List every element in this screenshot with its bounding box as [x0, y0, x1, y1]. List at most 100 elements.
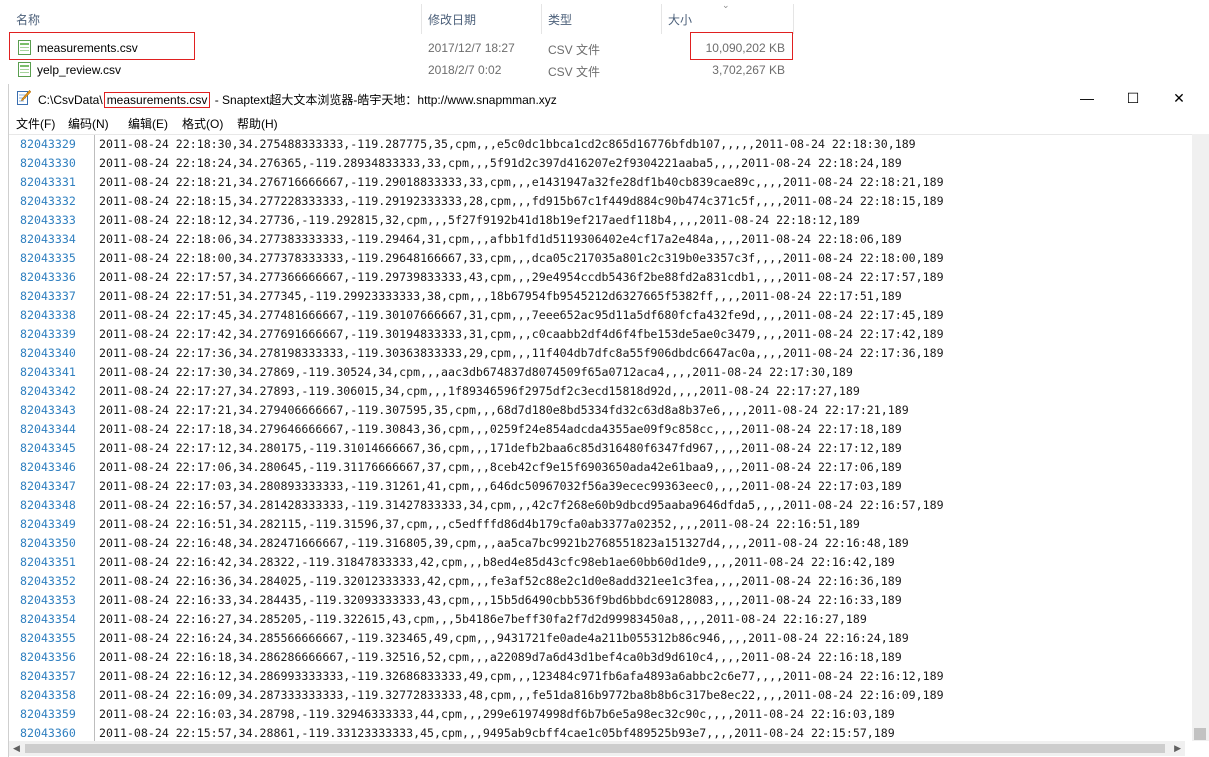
line-text: 2011-08-24 22:18:12,34.27736,-119.292815… [99, 213, 860, 227]
line-number: 82043331 [20, 175, 76, 189]
line-text: 2011-08-24 22:18:00,34.277378333333,-119… [99, 251, 944, 265]
line-text: 2011-08-24 22:18:06,34.277383333333,-119… [99, 232, 902, 246]
file-modified: 2018/2/7 0:02 [428, 63, 502, 77]
line-number: 82043354 [20, 612, 76, 626]
line-text: 2011-08-24 22:17:27,34.27893,-119.306015… [99, 384, 860, 398]
line-number: 82043332 [20, 194, 76, 208]
vertical-scroll-thumb[interactable] [1194, 728, 1206, 740]
line-number: 82043357 [20, 669, 76, 683]
line-number: 82043345 [20, 441, 76, 455]
menu-file[interactable]: 文件(F) [16, 115, 55, 132]
minimize-button[interactable]: — [1064, 84, 1110, 112]
scroll-left-arrow-icon[interactable]: ◀ [13, 743, 20, 754]
menu-encoding[interactable]: 编码(N) [68, 115, 109, 132]
line-text: 2011-08-24 22:17:57,34.277366666667,-119… [99, 270, 944, 284]
file-type: CSV 文件 [548, 43, 601, 57]
line-number: 82043352 [20, 574, 76, 588]
file-type: CSV 文件 [548, 65, 601, 79]
menu-edit[interactable]: 编辑(E) [128, 115, 168, 132]
title-app-name: - Snaptext超大文本浏览器-皓宇天地：http://www.snapmm… [211, 93, 557, 107]
line-text: 2011-08-24 22:17:30,34.27869,-119.30524,… [99, 365, 853, 379]
line-number: 82043340 [20, 346, 76, 360]
column-separator[interactable] [421, 4, 422, 34]
line-number: 82043334 [20, 232, 76, 246]
line-text: 2011-08-24 22:18:21,34.276716666667,-119… [99, 175, 944, 189]
file-explorer: 名称 修改日期 类型 ⌄ 大小 measurements.csv 2017/12… [0, 0, 1209, 82]
line-number: 82043350 [20, 536, 76, 550]
line-text: 2011-08-24 22:17:36,34.278198333333,-119… [99, 346, 944, 360]
file-name: yelp_review.csv [37, 63, 122, 77]
scroll-right-arrow-icon[interactable]: ▶ [1174, 743, 1181, 754]
line-text: 2011-08-24 22:17:12,34.280175,-119.31014… [99, 441, 902, 455]
sort-caret-icon: ⌄ [722, 0, 730, 10]
column-size[interactable]: 大小 [668, 11, 692, 28]
line-text: 2011-08-24 22:18:24,34.276365,-119.28934… [99, 156, 902, 170]
line-number: 82043341 [20, 365, 76, 379]
line-number: 82043348 [20, 498, 76, 512]
line-number: 82043339 [20, 327, 76, 341]
text-editor-area[interactable]: 82043329 2011-08-24 22:18:30,34.275488333… [9, 134, 1202, 742]
line-number: 82043358 [20, 688, 76, 702]
title-filename-highlight: measurements.csv [103, 92, 211, 108]
line-number: 82043330 [20, 156, 76, 170]
file-size: 10,090,202 KB [705, 41, 785, 55]
line-text: 2011-08-24 22:16:48,34.282471666667,-119… [99, 536, 909, 550]
column-name[interactable]: 名称 [16, 11, 40, 28]
line-number: 82043343 [20, 403, 76, 417]
line-text: 2011-08-24 22:18:15,34.277228333333,-119… [99, 194, 944, 208]
explorer-column-header: 名称 修改日期 类型 ⌄ 大小 [0, 0, 1209, 36]
column-separator[interactable] [661, 4, 662, 34]
file-row-yelp-review[interactable]: yelp_review.csv 2018/2/7 0:02 CSV 文件 3,7… [0, 60, 1209, 80]
line-text: 2011-08-24 22:16:18,34.286286666667,-119… [99, 650, 902, 664]
vertical-scrollbar[interactable] [1192, 134, 1209, 741]
line-number: 82043356 [20, 650, 76, 664]
title-bar[interactable]: C:\CsvData\ measurements.csv - Snaptext超大… [9, 84, 1202, 112]
line-text: 2011-08-24 22:17:21,34.279406666667,-119… [99, 403, 909, 417]
menu-bar: 文件(F) 编码(N) 编辑(E) 格式(O) 帮助(H) [9, 113, 1202, 133]
close-button[interactable]: ✕ [1156, 84, 1202, 112]
menu-format[interactable]: 格式(O) [182, 115, 223, 132]
horizontal-scrollbar[interactable]: ◀ ▶ [9, 741, 1185, 756]
line-number: 82043349 [20, 517, 76, 531]
menu-help[interactable]: 帮助(H) [237, 115, 278, 132]
line-number: 82043344 [20, 422, 76, 436]
line-text: 2011-08-24 22:17:03,34.280893333333,-119… [99, 479, 902, 493]
line-number: 82043338 [20, 308, 76, 322]
column-type[interactable]: 类型 [548, 11, 572, 28]
line-number: 82043329 [20, 137, 76, 151]
line-text: 2011-08-24 22:17:06,34.280645,-119.31176… [99, 460, 902, 474]
line-text: 2011-08-24 22:16:09,34.287333333333,-119… [99, 688, 944, 702]
line-text: 2011-08-24 22:17:51,34.277345,-119.29923… [99, 289, 902, 303]
line-text: 2011-08-24 22:16:24,34.285566666667,-119… [99, 631, 909, 645]
file-row-measurements[interactable]: measurements.csv 2017/12/7 18:27 CSV 文件 … [0, 38, 1209, 58]
maximize-button[interactable]: ☐ [1110, 84, 1156, 112]
line-number: 82043347 [20, 479, 76, 493]
window-title: C:\CsvData\ measurements.csv - Snaptext超大… [38, 91, 557, 108]
line-text: 2011-08-24 22:16:51,34.282115,-119.31596… [99, 517, 860, 531]
line-number: 82043346 [20, 460, 76, 474]
column-separator[interactable] [541, 4, 542, 34]
line-number: 82043342 [20, 384, 76, 398]
line-text: 2011-08-24 22:17:42,34.277691666667,-119… [99, 327, 944, 341]
file-modified: 2017/12/7 18:27 [428, 41, 515, 55]
horizontal-scroll-thumb[interactable] [25, 744, 1165, 753]
column-modified[interactable]: 修改日期 [428, 11, 476, 28]
line-number: 82043337 [20, 289, 76, 303]
snaptext-window: C:\CsvData\ measurements.csv - Snaptext超大… [8, 84, 1209, 757]
column-separator[interactable] [793, 4, 794, 34]
title-path: C:\CsvData\ [38, 93, 103, 107]
line-text: 2011-08-24 22:16:33,34.284435,-119.32093… [99, 593, 902, 607]
line-number: 82043359 [20, 707, 76, 721]
line-number: 82043333 [20, 213, 76, 227]
csv-file-icon [18, 40, 31, 55]
line-text: 2011-08-24 22:17:18,34.279646666667,-119… [99, 422, 902, 436]
line-text: 2011-08-24 22:16:57,34.281428333333,-119… [99, 498, 944, 512]
line-number: 82043335 [20, 251, 76, 265]
csv-file-icon [18, 62, 31, 77]
line-text: 2011-08-24 22:16:42,34.28322,-119.318478… [99, 555, 895, 569]
line-text: 2011-08-24 22:16:12,34.286993333333,-119… [99, 669, 944, 683]
line-text: 2011-08-24 22:15:57,34.28861,-119.331233… [99, 726, 895, 740]
line-number: 82043353 [20, 593, 76, 607]
line-text: 2011-08-24 22:18:30,34.275488333333,-119… [99, 137, 916, 151]
file-size: 3,702,267 KB [712, 63, 785, 77]
